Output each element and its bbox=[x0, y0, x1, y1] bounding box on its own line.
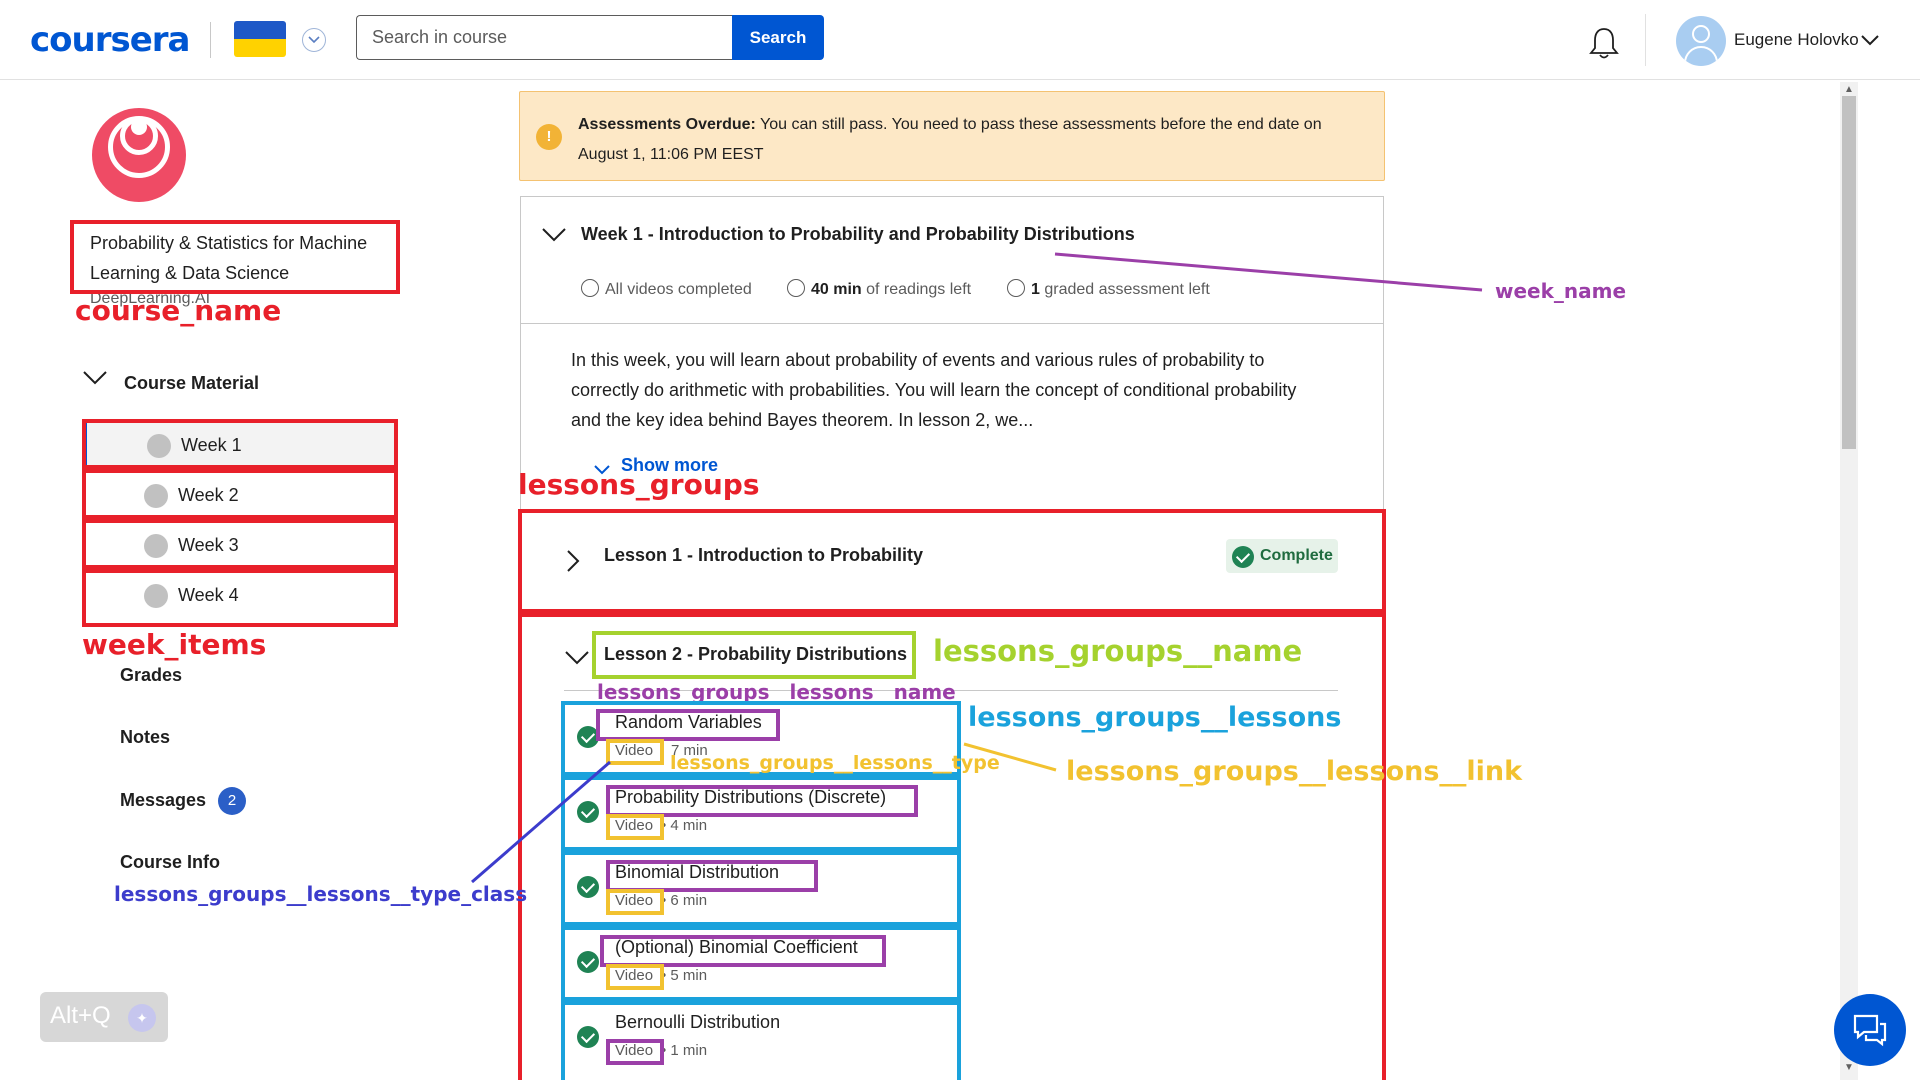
sidebar-item-notes[interactable]: Notes bbox=[120, 727, 170, 748]
chat-bubble-icon bbox=[1853, 1014, 1887, 1047]
avatar[interactable] bbox=[1676, 16, 1726, 66]
alert-text: Assessments Overdue: You can still pass.… bbox=[578, 110, 1368, 170]
annotation-box-lesson-name bbox=[600, 935, 886, 967]
sidebar-item-grades[interactable]: Grades bbox=[120, 665, 182, 686]
page-scrollbar[interactable]: ▲ ▼ bbox=[1840, 82, 1858, 1080]
top-header: coursera Search Eugene Holovko bbox=[0, 0, 1920, 80]
scroll-up-arrow-icon[interactable]: ▲ bbox=[1844, 84, 1854, 95]
annotation-label-type-class: lessons_groups__lessons__type_class bbox=[114, 882, 528, 906]
annotation-box-lesson-name bbox=[606, 785, 918, 817]
annotation-arrow-week-name bbox=[1054, 252, 1483, 292]
warning-icon: ! bbox=[536, 124, 562, 150]
notifications-bell-icon[interactable] bbox=[1588, 26, 1620, 60]
alert-title: Assessments Overdue: bbox=[578, 116, 756, 133]
annotation-box-week-item bbox=[82, 469, 398, 519]
annotation-box-course-name bbox=[70, 220, 400, 294]
course-logo bbox=[92, 108, 186, 202]
annotation-box-lesson-group-name bbox=[592, 631, 916, 679]
sidebar-item-messages[interactable]: Messages bbox=[120, 790, 206, 811]
stat-readings-text: of readings left bbox=[866, 281, 972, 298]
play-icon bbox=[581, 279, 599, 297]
chevron-down-icon[interactable] bbox=[302, 28, 326, 52]
chevron-down-icon[interactable] bbox=[82, 370, 108, 391]
ukraine-flag-icon[interactable] bbox=[234, 21, 286, 57]
annotation-label-course-name: course_name bbox=[75, 294, 282, 327]
search-input[interactable] bbox=[356, 15, 732, 60]
assessments-overdue-alert: ! Assessments Overdue: You can still pas… bbox=[519, 91, 1385, 181]
alt-q-widget[interactable]: Alt+Q ✦ bbox=[40, 992, 168, 1042]
sidebar-item-course-info[interactable]: Course Info bbox=[120, 852, 220, 873]
annotation-box-lesson-group bbox=[518, 509, 1386, 613]
stat-readings-value: 40 min bbox=[811, 281, 862, 298]
messages-count-badge: 2 bbox=[218, 787, 246, 815]
annotation-label-lessons: lessons_groups__lessons bbox=[968, 702, 1342, 733]
chat-button[interactable] bbox=[1834, 994, 1906, 1066]
week-title[interactable]: Week 1 - Introduction to Probability and… bbox=[581, 224, 1135, 245]
divider bbox=[521, 323, 1383, 324]
annotation-box-week-item bbox=[82, 419, 398, 469]
annotation-arrow-type-class bbox=[471, 760, 611, 884]
user-name[interactable]: Eugene Holovko bbox=[1734, 30, 1859, 50]
chevron-down-icon[interactable] bbox=[541, 227, 567, 248]
alt-q-label: Alt+Q bbox=[50, 1002, 111, 1029]
search-button[interactable]: Search bbox=[732, 15, 824, 60]
assistant-icon: ✦ bbox=[128, 1004, 156, 1032]
scrollbar-thumb[interactable] bbox=[1842, 96, 1856, 449]
week-description: In this week, you will learn about proba… bbox=[571, 350, 1297, 430]
stat-videos: All videos completed bbox=[581, 279, 752, 299]
course-material-toggle[interactable]: Course Material bbox=[124, 373, 259, 394]
annotation-box-week-item bbox=[82, 569, 398, 627]
annotation-label-lesson-link: lessons_groups__lessons__link bbox=[1066, 756, 1523, 787]
reading-icon bbox=[787, 279, 805, 297]
annotation-box-week-item bbox=[82, 519, 398, 569]
annotation-box-lesson-type bbox=[606, 964, 664, 990]
assessment-icon bbox=[1007, 279, 1025, 297]
annotation-box-lesson-type bbox=[606, 889, 664, 915]
annotation-box-lesson-name bbox=[606, 860, 818, 892]
annotation-label-week-items: week_items bbox=[82, 628, 267, 661]
annotation-label-week-name: week_name bbox=[1495, 279, 1627, 303]
header-divider bbox=[1645, 14, 1646, 66]
stat-videos-text: All videos completed bbox=[605, 281, 752, 298]
scroll-down-arrow-icon[interactable]: ▼ bbox=[1844, 1062, 1854, 1073]
annotation-arrow-lesson-link bbox=[963, 742, 1057, 772]
annotation-box-lesson-type bbox=[606, 1039, 664, 1065]
header-divider bbox=[210, 22, 211, 58]
annotation-label-lesson-type: lessons_groups__lessons__type bbox=[670, 752, 1000, 774]
annotation-label-lessons-groups: lessons_groups bbox=[518, 468, 760, 501]
coursera-logo[interactable]: coursera bbox=[30, 20, 190, 60]
annotation-box-lesson-name bbox=[596, 709, 780, 741]
stat-assessments-value: 1 bbox=[1031, 281, 1040, 298]
chevron-down-icon[interactable] bbox=[1860, 33, 1880, 51]
annotation-label-lesson-group-name: lessons_groups__name bbox=[933, 634, 1303, 668]
stat-readings: 40 min of readings left bbox=[787, 279, 971, 299]
